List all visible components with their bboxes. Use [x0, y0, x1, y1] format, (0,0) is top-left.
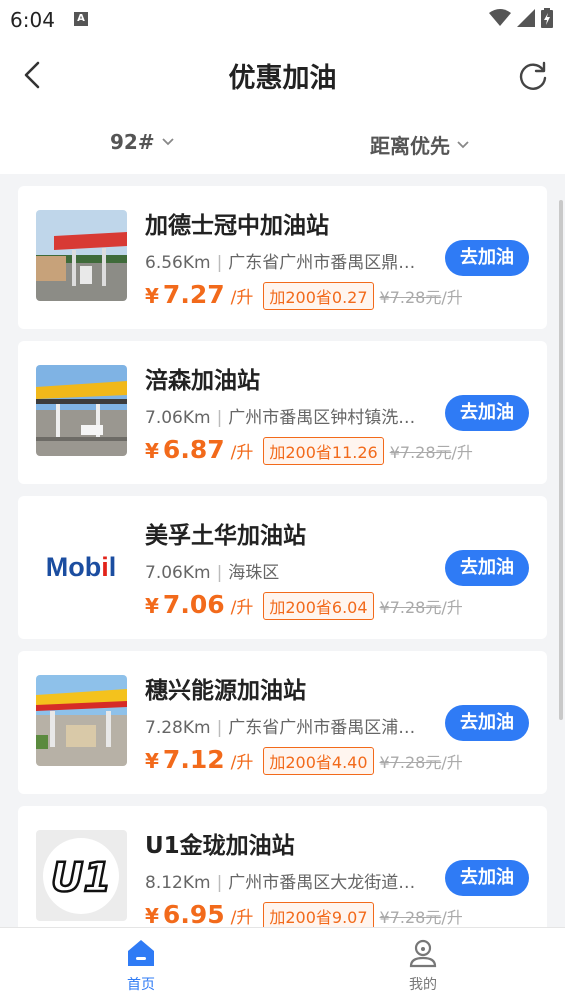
- station-name: U1金珑加油站: [145, 833, 295, 859]
- price-unit: /升: [230, 753, 254, 773]
- station-name: 加德士冠中加油站: [145, 213, 329, 239]
- station-location: 8.12Km | 广州市番禺区大龙街道…: [145, 868, 420, 893]
- separator: |: [216, 563, 223, 583]
- separator: |: [216, 718, 223, 738]
- chevron-down-icon: [161, 138, 174, 146]
- bottom-tab-bar: 首页 我的: [0, 927, 565, 1004]
- price-row: ¥7.06/升 加200省6.04 ¥7.28元/升: [145, 590, 463, 620]
- fuel-type-dropdown[interactable]: 92#: [110, 130, 175, 154]
- station-price: 6.95: [162, 900, 225, 929]
- station-distance: 8.12Km: [145, 873, 211, 893]
- svg-text:U1: U1: [51, 855, 111, 901]
- currency-symbol: ¥: [145, 904, 159, 928]
- discount-badge: 加200省0.27: [263, 282, 374, 310]
- notification-app-icon: A: [74, 12, 88, 26]
- station-price: 7.12: [162, 745, 225, 774]
- station-name: 穗兴能源加油站: [145, 678, 306, 704]
- station-distance: 7.06Km: [145, 408, 211, 428]
- station-address: 广东省广州市番禺区鼎…: [228, 253, 416, 273]
- station-list: 加德士冠中加油站 6.56Km | 广东省广州市番禺区鼎… ¥7.27/升 加200…: [18, 186, 547, 961]
- original-price: ¥7.28元/升: [389, 443, 473, 462]
- sort-label: 距离优先: [370, 134, 450, 158]
- tab-home-label: 首页: [127, 977, 155, 993]
- tab-home[interactable]: 首页: [91, 938, 191, 994]
- station-card[interactable]: 加德士冠中加油站 6.56Km | 广东省广州市番禺区鼎… ¥7.27/升 加200…: [18, 186, 547, 329]
- price-row: ¥6.95/升 加200省9.07 ¥7.28元/升: [145, 900, 463, 930]
- refuel-button[interactable]: 去加油: [445, 240, 529, 276]
- mobil-logo: Mobil: [36, 520, 127, 611]
- svg-text:Mobil: Mobil: [46, 552, 117, 582]
- station-distance: 7.06Km: [145, 563, 211, 583]
- price-unit: /升: [230, 443, 254, 463]
- nav-bar: 优惠加油: [0, 38, 565, 116]
- station-location: 7.06Km | 海珠区: [145, 558, 420, 583]
- station-location: 6.56Km | 广东省广州市番禺区鼎…: [145, 248, 420, 273]
- price-unit: /升: [230, 908, 254, 928]
- price-row: ¥6.87/升 加200省11.26 ¥7.28元/升: [145, 435, 473, 465]
- page-title: 优惠加油: [228, 63, 337, 94]
- u1-logo: U1: [36, 830, 127, 921]
- price-row: ¥7.12/升 加200省4.40 ¥7.28元/升: [145, 745, 463, 775]
- filter-bar: 92# 距离优先: [0, 116, 565, 174]
- station-thumbnail: [36, 210, 127, 301]
- separator: |: [216, 873, 223, 893]
- station-location: 7.06Km | 广州市番禺区钟村镇洗…: [145, 403, 420, 428]
- sort-dropdown[interactable]: 距离优先: [370, 130, 470, 159]
- price-unit: /升: [230, 288, 254, 308]
- refuel-button[interactable]: 去加油: [445, 550, 529, 586]
- currency-symbol: ¥: [145, 284, 159, 308]
- station-name: 涪森加油站: [145, 368, 260, 394]
- station-address: 海珠区: [228, 563, 280, 583]
- discount-badge: 加200省4.40: [263, 747, 374, 775]
- tab-mine[interactable]: 我的: [373, 938, 473, 994]
- scrollbar[interactable]: [559, 200, 563, 720]
- original-price: ¥7.28元/升: [379, 598, 463, 617]
- refuel-button[interactable]: 去加油: [445, 860, 529, 896]
- currency-symbol: ¥: [145, 749, 159, 773]
- fuel-type-label: 92#: [110, 130, 155, 154]
- price-unit: /升: [230, 598, 254, 618]
- station-address: 广州市番禺区大龙街道…: [228, 873, 416, 893]
- station-card[interactable]: Mobil 美孚土华加油站 7.06Km | 海珠区 ¥7.06/升 加200省6.…: [18, 496, 547, 639]
- station-distance: 6.56Km: [145, 253, 211, 273]
- refuel-button[interactable]: 去加油: [445, 705, 529, 741]
- original-price: ¥7.28元/升: [379, 908, 463, 927]
- tab-mine-label: 我的: [409, 977, 437, 993]
- separator: |: [216, 408, 223, 428]
- refresh-icon[interactable]: [517, 60, 549, 92]
- separator: |: [216, 253, 223, 273]
- price-row: ¥7.27/升 加200省0.27 ¥7.28元/升: [145, 280, 463, 310]
- home-icon: [128, 940, 154, 966]
- signal-icon: [517, 9, 535, 27]
- user-icon: [409, 939, 437, 968]
- station-address: 广东省广州市番禺区浦…: [228, 718, 416, 738]
- discount-badge: 加200省9.07: [263, 902, 374, 930]
- wifi-icon: [489, 9, 511, 26]
- station-distance: 7.28Km: [145, 718, 211, 738]
- chevron-down-icon: [457, 140, 469, 148]
- station-location: 7.28Km | 广东省广州市番禺区浦…: [145, 713, 420, 738]
- station-price: 6.87: [162, 435, 225, 464]
- original-price: ¥7.28元/升: [379, 288, 463, 307]
- currency-symbol: ¥: [145, 439, 159, 463]
- original-price: ¥7.28元/升: [379, 753, 463, 772]
- station-price: 7.06: [162, 590, 225, 619]
- station-thumbnail: [36, 675, 127, 766]
- status-time: 6:04: [10, 8, 55, 32]
- discount-badge: 加200省11.26: [263, 437, 384, 465]
- battery-icon: [541, 8, 553, 28]
- station-name: 美孚土华加油站: [145, 523, 306, 549]
- discount-badge: 加200省6.04: [263, 592, 374, 620]
- station-card[interactable]: 穗兴能源加油站 7.28Km | 广东省广州市番禺区浦… ¥7.12/升 加200省…: [18, 651, 547, 794]
- station-price: 7.27: [162, 280, 225, 309]
- station-address: 广州市番禺区钟村镇洗…: [228, 408, 416, 428]
- status-bar: 6:04 A: [0, 0, 565, 38]
- station-thumbnail: [36, 365, 127, 456]
- station-card[interactable]: 涪森加油站 7.06Km | 广州市番禺区钟村镇洗… ¥6.87/升 加200省11…: [18, 341, 547, 484]
- currency-symbol: ¥: [145, 594, 159, 618]
- refuel-button[interactable]: 去加油: [445, 395, 529, 431]
